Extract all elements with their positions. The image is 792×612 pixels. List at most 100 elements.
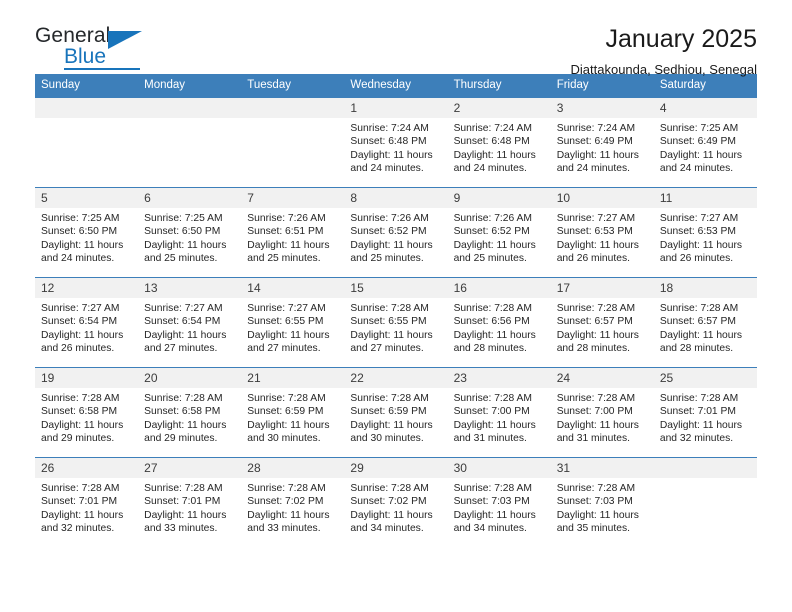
sunrise-text: Sunrise: 7:28 AM <box>453 303 532 314</box>
sunrise-text: Sunrise: 7:24 AM <box>350 123 429 134</box>
calendar-day-cell[interactable]: 22 Sunrise: 7:28 AM Sunset: 6:59 PM Dayligh… <box>344 367 448 458</box>
day-details: Sunrise: 7:28 AM Sunset: 6:56 PM Daylight:… <box>448 298 551 356</box>
day-number: 28 <box>241 458 345 478</box>
calendar-day-cell[interactable]: 26 Sunrise: 7:28 AM Sunset: 7:01 PM Dayligh… <box>35 457 139 548</box>
calendar-day-cell[interactable]: 27 Sunrise: 7:28 AM Sunset: 7:01 PM Dayligh… <box>138 457 242 548</box>
sunset-text: Sunset: 6:49 PM <box>659 136 736 148</box>
day-number: 8 <box>344 188 448 208</box>
daylight-text-line2: and 24 minutes. <box>556 163 630 175</box>
calendar-day-cell[interactable]: 23 Sunrise: 7:28 AM Sunset: 7:00 PM Dayligh… <box>447 367 551 458</box>
sunset-text: Sunset: 7:01 PM <box>41 496 118 508</box>
daylight-text-line1: Daylight: 11 hours <box>144 509 227 521</box>
day-details: Sunrise: 7:28 AM Sunset: 7:00 PM Daylight:… <box>551 388 654 446</box>
calendar-day-cell[interactable]: 6 Sunrise: 7:25 AM Sunset: 6:50 PM Daylight… <box>138 187 242 278</box>
calendar-day-cell[interactable]: 24 Sunrise: 7:28 AM Sunset: 7:00 PM Dayligh… <box>550 367 654 458</box>
calendar-day-cell[interactable]: 1 Sunrise: 7:24 AM Sunset: 6:48 PM Daylight… <box>344 97 448 188</box>
sunrise-text: Sunrise: 7:25 AM <box>41 213 120 224</box>
day-details: Sunrise: 7:28 AM Sunset: 6:59 PM Daylight:… <box>241 388 344 446</box>
daylight-text-line2: and 31 minutes. <box>556 433 630 445</box>
calendar-day-cell[interactable]: 13 Sunrise: 7:27 AM Sunset: 6:54 PM Dayligh… <box>138 277 242 368</box>
calendar-day-cell[interactable]: 11 Sunrise: 7:27 AM Sunset: 6:53 PM Dayligh… <box>653 187 757 278</box>
sunrise-text: Sunrise: 7:28 AM <box>41 393 120 404</box>
day-number: 20 <box>138 368 242 388</box>
day-number: 5 <box>35 188 139 208</box>
calendar-day-cell[interactable]: 21 Sunrise: 7:28 AM Sunset: 6:59 PM Dayligh… <box>241 367 345 458</box>
day-details: Sunrise: 7:28 AM Sunset: 6:57 PM Daylight:… <box>654 298 757 356</box>
calendar-day-cell[interactable]: 18 Sunrise: 7:28 AM Sunset: 6:57 PM Dayligh… <box>653 277 757 368</box>
day-details: Sunrise: 7:28 AM Sunset: 7:00 PM Daylight:… <box>448 388 551 446</box>
daylight-text-line2: and 34 minutes. <box>350 523 424 535</box>
day-number: 9 <box>447 188 551 208</box>
daylight-text-line1: Daylight: 11 hours <box>247 419 330 431</box>
sunrise-text: Sunrise: 7:28 AM <box>350 483 429 494</box>
day-details: Sunrise: 7:26 AM Sunset: 6:52 PM Daylight:… <box>344 208 447 266</box>
calendar-day-cell[interactable]: 29 Sunrise: 7:28 AM Sunset: 7:02 PM Dayligh… <box>344 457 448 548</box>
calendar-day-cell[interactable]: 16 Sunrise: 7:28 AM Sunset: 6:56 PM Dayligh… <box>447 277 551 368</box>
day-number: 31 <box>550 458 654 478</box>
day-number: 22 <box>344 368 448 388</box>
calendar-day-cell-empty <box>35 97 139 188</box>
day-number: 26 <box>35 458 139 478</box>
calendar-day-cell[interactable]: 5 Sunrise: 7:25 AM Sunset: 6:50 PM Daylight… <box>35 187 139 278</box>
calendar-day-cell-empty <box>241 97 345 188</box>
daylight-text-line1: Daylight: 11 hours <box>453 509 536 521</box>
daylight-text-line1: Daylight: 11 hours <box>144 329 227 341</box>
page-header: General Blue January 2025 Diattakounda, … <box>35 0 757 77</box>
sunrise-text: Sunrise: 7:27 AM <box>247 303 326 314</box>
day-number: 15 <box>344 278 448 298</box>
calendar-day-cell[interactable]: 3 Sunrise: 7:24 AM Sunset: 6:49 PM Daylight… <box>550 97 654 188</box>
daylight-text-line1: Daylight: 11 hours <box>350 239 433 251</box>
calendar-day-cell[interactable]: 20 Sunrise: 7:28 AM Sunset: 6:58 PM Dayligh… <box>138 367 242 458</box>
calendar-day-cell[interactable]: 25 Sunrise: 7:28 AM Sunset: 7:01 PM Dayligh… <box>653 367 757 458</box>
calendar-day-cell[interactable]: 31 Sunrise: 7:28 AM Sunset: 7:03 PM Dayligh… <box>550 457 654 548</box>
calendar-day-cell[interactable]: 4 Sunrise: 7:25 AM Sunset: 6:49 PM Daylight… <box>653 97 757 188</box>
sunrise-text: Sunrise: 7:28 AM <box>556 393 636 404</box>
day-number: 23 <box>447 368 551 388</box>
calendar-day-cell[interactable]: 30 Sunrise: 7:28 AM Sunset: 7:03 PM Dayligh… <box>447 457 551 548</box>
day-details: Sunrise: 7:28 AM Sunset: 7:03 PM Daylight:… <box>448 478 551 536</box>
sunrise-text: Sunrise: 7:28 AM <box>247 483 326 494</box>
day-number: 6 <box>138 188 242 208</box>
weekday-header-sunday: Sunday <box>35 74 139 98</box>
daylight-text-line1: Daylight: 11 hours <box>659 149 743 161</box>
calendar-day-cell[interactable]: 7 Sunrise: 7:26 AM Sunset: 6:51 PM Daylight… <box>241 187 345 278</box>
sunrise-text: Sunrise: 7:28 AM <box>453 393 532 404</box>
daylight-text-line1: Daylight: 11 hours <box>556 239 639 251</box>
calendar-day-cell[interactable]: 10 Sunrise: 7:27 AM Sunset: 6:53 PM Dayligh… <box>550 187 654 278</box>
calendar-day-cell[interactable]: 9 Sunrise: 7:26 AM Sunset: 6:52 PM Daylight… <box>447 187 551 278</box>
daylight-text-line1: Daylight: 11 hours <box>350 509 433 521</box>
sunset-text: Sunset: 6:51 PM <box>247 226 324 238</box>
sunset-text: Sunset: 6:52 PM <box>350 226 427 238</box>
calendar-day-cell[interactable]: 15 Sunrise: 7:28 AM Sunset: 6:55 PM Dayligh… <box>344 277 448 368</box>
daylight-text-line1: Daylight: 11 hours <box>247 509 330 521</box>
sunset-text: Sunset: 6:59 PM <box>350 406 427 418</box>
calendar-day-cell[interactable]: 28 Sunrise: 7:28 AM Sunset: 7:02 PM Dayligh… <box>241 457 345 548</box>
calendar-day-cell[interactable]: 8 Sunrise: 7:26 AM Sunset: 6:52 PM Daylight… <box>344 187 448 278</box>
sunrise-text: Sunrise: 7:27 AM <box>556 213 636 224</box>
daylight-text-line1: Daylight: 11 hours <box>41 329 124 341</box>
daylight-text-line2: and 25 minutes. <box>350 253 424 265</box>
calendar-day-cell[interactable]: 19 Sunrise: 7:28 AM Sunset: 6:58 PM Dayligh… <box>35 367 139 458</box>
sunrise-text: Sunrise: 7:24 AM <box>556 123 636 134</box>
calendar-day-cell[interactable]: 14 Sunrise: 7:27 AM Sunset: 6:55 PM Dayligh… <box>241 277 345 368</box>
day-details: Sunrise: 7:28 AM Sunset: 6:55 PM Daylight:… <box>344 298 447 356</box>
sunset-text: Sunset: 6:56 PM <box>453 316 530 328</box>
day-number: 27 <box>138 458 242 478</box>
sunrise-text: Sunrise: 7:28 AM <box>247 393 326 404</box>
calendar-day-cell[interactable]: 2 Sunrise: 7:24 AM Sunset: 6:48 PM Daylight… <box>447 97 551 188</box>
calendar-day-cell[interactable]: 17 Sunrise: 7:28 AM Sunset: 6:57 PM Dayligh… <box>550 277 654 368</box>
daylight-text-line1: Daylight: 11 hours <box>350 329 433 341</box>
weekday-header-thursday: Thursday <box>447 74 551 98</box>
calendar-day-cell[interactable]: 12 Sunrise: 7:27 AM Sunset: 6:54 PM Dayligh… <box>35 277 139 368</box>
daylight-text-line2: and 33 minutes. <box>247 523 321 535</box>
daylight-text-line1: Daylight: 11 hours <box>350 419 433 431</box>
day-details: Sunrise: 7:25 AM Sunset: 6:50 PM Daylight:… <box>138 208 241 266</box>
sunset-text: Sunset: 7:00 PM <box>453 406 530 418</box>
day-details: Sunrise: 7:26 AM Sunset: 6:51 PM Daylight:… <box>241 208 344 266</box>
sunset-text: Sunset: 6:52 PM <box>453 226 530 238</box>
daylight-text-line1: Daylight: 11 hours <box>453 149 536 161</box>
daylight-text-line2: and 25 minutes. <box>453 253 527 265</box>
general-blue-logo[interactable]: General Blue <box>35 24 150 72</box>
daylight-text-line1: Daylight: 11 hours <box>41 239 124 251</box>
sunset-text: Sunset: 6:55 PM <box>247 316 324 328</box>
